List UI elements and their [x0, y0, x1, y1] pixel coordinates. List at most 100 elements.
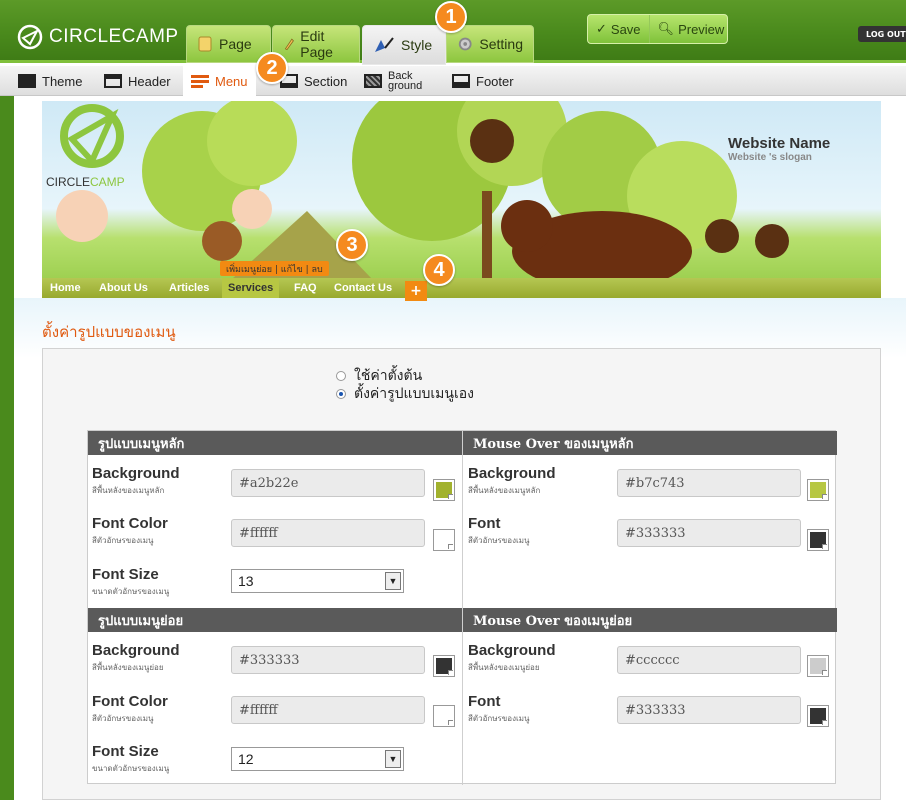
- sub-hover-header: Mouse Over ของเมนูย่อย: [463, 608, 837, 632]
- sub-bg-label: Background สีพื้นหลังของเมนูย่อย: [92, 642, 180, 674]
- subtab-section[interactable]: Section: [280, 66, 347, 96]
- subtab-section-label: Section: [304, 73, 348, 89]
- sub-font-size-select[interactable]: 12 ▼: [231, 747, 404, 771]
- preview-button[interactable]: 🔍︎ Preview: [648, 15, 733, 43]
- menu-item-services[interactable]: Services: [222, 278, 280, 298]
- sub-hover-bg-color-picker[interactable]: [807, 655, 829, 677]
- tab-style-label: Style: [401, 37, 433, 53]
- picker-arrow-icon: [822, 494, 827, 499]
- main-hover-font-title: Font: [468, 515, 501, 532]
- tab-edit-page[interactable]: Edit Page: [272, 25, 360, 63]
- subtab-footer[interactable]: Footer: [452, 66, 514, 96]
- site-name[interactable]: Website Name: [728, 135, 830, 152]
- radio-default-input[interactable]: [336, 371, 346, 381]
- sub-bg-input[interactable]: #333333: [231, 646, 425, 674]
- logout-button[interactable]: LOG OUT: [858, 26, 906, 42]
- subtab-background-label: Back ground: [388, 70, 423, 92]
- picker-arrow-icon: [448, 494, 453, 499]
- sub-font-color-picker[interactable]: [433, 705, 455, 727]
- pencil-icon: [284, 38, 294, 51]
- main-hover-bg-label: Background สีพื้นหลังของเมนูหลัก: [468, 465, 556, 497]
- left-rail: [0, 96, 14, 800]
- sub-hover-font-color-picker[interactable]: [807, 705, 829, 727]
- subtab-theme[interactable]: Theme: [18, 66, 82, 96]
- style-brush-icon: [375, 37, 394, 52]
- menu-item-articles[interactable]: Articles: [169, 278, 209, 298]
- footer-icon: [452, 74, 470, 88]
- sub-bg-color-picker[interactable]: [433, 655, 455, 677]
- main-font-color-picker[interactable]: [433, 529, 455, 551]
- tab-style[interactable]: Style: [362, 25, 446, 65]
- sub-hover-bg-title: Background: [468, 642, 556, 659]
- sub-font-title: Font Color: [92, 693, 168, 710]
- picker-arrow-icon: [448, 720, 453, 725]
- menu-item-home[interactable]: Home: [50, 278, 81, 298]
- subtab-menu[interactable]: Menu: [183, 66, 256, 96]
- app-logo[interactable]: CIRCLECAMP: [17, 24, 179, 50]
- sub-hover-bg-input[interactable]: #cccccc: [617, 646, 801, 674]
- main-font-title: Font Color: [92, 515, 168, 532]
- main-hover-font-input[interactable]: #333333: [617, 519, 801, 547]
- checkmark-icon: ✓: [596, 21, 607, 36]
- sub-hover-bg-label: Background สีพื้นหลังของเมนูย่อย: [468, 642, 556, 674]
- subtab-header[interactable]: Header: [104, 66, 171, 96]
- submenu-actions[interactable]: เพิ่มเมนูย่อย | แก้ไข | ลบ: [220, 261, 329, 276]
- add-menu-button[interactable]: +: [405, 281, 427, 301]
- subtab-background[interactable]: Back ground: [364, 66, 428, 96]
- chevron-down-icon[interactable]: ▼: [385, 572, 401, 590]
- picker-arrow-icon: [822, 670, 827, 675]
- page-icon: [198, 36, 212, 52]
- main-hover-bg-color-picker[interactable]: [807, 479, 829, 501]
- circlecamp-logo-icon: [17, 24, 43, 50]
- site-header-banner: [42, 101, 881, 297]
- menu-item-contact-us[interactable]: Contact Us: [334, 278, 392, 298]
- sub-hover-font-desc: สีตัวอักษรของเมนู: [468, 714, 530, 723]
- main-bg-label: Background สีพื้นหลังของเมนูหลัก: [92, 465, 180, 497]
- picker-arrow-icon: [822, 720, 827, 725]
- main-hover-bg-desc: สีพื้นหลังของเมนูหลัก: [468, 486, 541, 495]
- tab-setting-label: Setting: [479, 36, 523, 52]
- app-brand: CIRCLECAMP: [49, 26, 179, 47]
- step-badge-4: 4: [423, 254, 455, 286]
- style-mode-radios: ใช้ค่าตั้งต้น ตั้งค่ารูปแบบเมนูเอง: [336, 367, 474, 403]
- chevron-down-icon[interactable]: ▼: [385, 750, 401, 768]
- site-menu-bar: Home About Us Articles Services FAQ Cont…: [42, 278, 881, 298]
- main-bg-color-picker[interactable]: [433, 479, 455, 501]
- save-button[interactable]: ✓ Save: [588, 15, 649, 43]
- sub-size-label: Font Size ขนาดตัวอักษรของเมนู: [92, 743, 169, 775]
- main-font-size-select[interactable]: 13 ▼: [231, 569, 404, 593]
- main-font-input[interactable]: #ffffff: [231, 519, 425, 547]
- sub-hover-font-input[interactable]: #333333: [617, 696, 801, 724]
- banner-brand-b: CAMP: [90, 175, 125, 189]
- page-title: ตั้งค่ารูปแบบของเมนู: [42, 323, 176, 341]
- subtab-theme-label: Theme: [42, 73, 83, 89]
- main-hover-font-color-picker[interactable]: [807, 529, 829, 551]
- main-bg-input[interactable]: #a2b22e: [231, 469, 425, 497]
- header-icon: [104, 74, 122, 88]
- main-bg-title: Background: [92, 465, 180, 482]
- site-slogan[interactable]: Website 's slogan: [728, 152, 812, 163]
- tab-page[interactable]: Page: [186, 25, 271, 63]
- picker-arrow-icon: [448, 544, 453, 549]
- subtab-header-label: Header: [128, 73, 171, 89]
- sub-bg-title: Background: [92, 642, 180, 659]
- sub-font-label: Font Color สีตัวอักษรของเมนู: [92, 693, 168, 725]
- banner-brand-a: CIRCLE: [46, 175, 91, 189]
- sub-hover-bg-desc: สีพื้นหลังของเมนูย่อย: [468, 663, 540, 672]
- sub-size-title: Font Size: [92, 743, 159, 760]
- sub-hover-font-title: Font: [468, 693, 501, 710]
- main-hover-bg-input[interactable]: #b7c743: [617, 469, 801, 497]
- banner-brand: CIRCLECAMP: [46, 175, 125, 189]
- menu-lines-icon: [191, 75, 209, 88]
- radio-custom-label: ตั้งค่ารูปแบบเมนูเอง: [354, 386, 474, 402]
- menu-item-faq[interactable]: FAQ: [294, 278, 317, 298]
- menu-item-about-us[interactable]: About Us: [99, 278, 148, 298]
- step-badge-2: 2: [256, 52, 288, 84]
- radio-custom[interactable]: ตั้งค่ารูปแบบเมนูเอง: [336, 385, 474, 403]
- sub-font-input[interactable]: #ffffff: [231, 696, 425, 724]
- sub-menu-header: รูปแบบเมนูย่อย: [88, 608, 462, 632]
- background-icon: [364, 74, 382, 88]
- subtab-footer-label: Footer: [476, 73, 514, 89]
- picker-arrow-icon: [448, 670, 453, 675]
- radio-custom-input[interactable]: [336, 389, 346, 399]
